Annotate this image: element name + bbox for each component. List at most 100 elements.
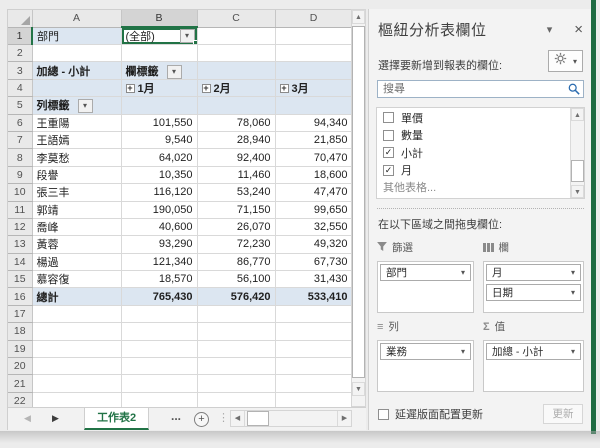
field-item-單價[interactable]: 單價 <box>377 110 584 126</box>
cell-A12[interactable]: 喬峰 <box>32 218 122 237</box>
column-header-c[interactable]: C <box>197 10 276 28</box>
cell-D16[interactable]: 533,410 <box>275 287 351 306</box>
values-area-box[interactable]: 加總 - 小計 ▾ <box>483 340 584 392</box>
cell-C3[interactable] <box>197 61 276 80</box>
fill-handle[interactable] <box>192 40 196 44</box>
cell-D7[interactable]: 21,850 <box>275 131 351 150</box>
pane-close-icon[interactable]: × <box>574 22 583 37</box>
cell-B18[interactable] <box>121 322 198 341</box>
cell-D19[interactable] <box>275 340 351 359</box>
cell-A7[interactable]: 王語嫣 <box>32 131 122 150</box>
row-header-14[interactable]: 14 <box>8 253 33 272</box>
cell-B17[interactable] <box>121 305 198 324</box>
scroll-right-icon[interactable]: ▶ <box>337 411 351 426</box>
row-header-18[interactable]: 18 <box>8 322 33 341</box>
scroll-down-icon[interactable]: ▼ <box>352 382 365 396</box>
row-header-15[interactable]: 15 <box>8 270 33 289</box>
column-header-a[interactable]: A <box>32 10 122 28</box>
field-item-月[interactable]: ✓ 月 <box>377 163 584 179</box>
cell-C19[interactable] <box>197 340 276 359</box>
scroll-up-icon[interactable]: ▲ <box>352 10 365 24</box>
field-list-scrollbar[interactable]: ▲ ▼ <box>570 108 584 198</box>
cell-C20[interactable] <box>197 357 276 376</box>
row-header-11[interactable]: 11 <box>8 201 33 219</box>
cell-B5[interactable] <box>121 96 198 115</box>
cell-B15[interactable]: 18,570 <box>121 270 198 289</box>
defer-layout-checkbox[interactable] <box>378 408 389 420</box>
cell-C13[interactable]: 72,230 <box>197 235 276 254</box>
columns-area-box[interactable]: 月 ▾ 日期 ▾ <box>483 261 584 313</box>
field-item-小計[interactable]: ✓ 小計 <box>377 145 584 161</box>
row-header-4[interactable]: 4 <box>8 79 33 98</box>
update-button[interactable]: 更新 <box>543 404 583 424</box>
cell-C22[interactable] <box>197 392 276 407</box>
row-header-9[interactable]: 9 <box>8 166 33 185</box>
cell-D2[interactable] <box>275 44 351 63</box>
cell-C14[interactable]: 86,770 <box>197 253 276 272</box>
chip-dropdown-icon[interactable]: ▾ <box>571 288 575 297</box>
field-chip-部門[interactable]: 部門 ▾ <box>380 264 471 281</box>
horizontal-scroll-thumb[interactable] <box>247 411 269 426</box>
cell-D10[interactable]: 47,470 <box>275 183 351 202</box>
select-all-corner[interactable] <box>8 10 33 28</box>
rows-area-box[interactable]: 業務 ▾ <box>377 340 474 392</box>
cell-A6[interactable]: 王重陽 <box>32 114 122 132</box>
cell-B2[interactable] <box>121 44 198 63</box>
row-header-12[interactable]: 12 <box>8 218 33 237</box>
expand-icon[interactable]: + <box>279 83 289 93</box>
cell-B1[interactable]: (全部) ▾ <box>121 27 198 45</box>
cell-D8[interactable]: 70,470 <box>275 148 351 167</box>
cell-D9[interactable]: 18,600 <box>275 166 351 185</box>
cell-C15[interactable]: 56,100 <box>197 270 276 289</box>
cell-D3[interactable] <box>275 61 351 80</box>
column-header-d[interactable]: D <box>275 10 351 28</box>
chip-dropdown-icon[interactable]: ▾ <box>461 347 465 356</box>
pane-options-chevron-icon[interactable]: ▾ <box>547 23 553 36</box>
active-sheet-tab[interactable]: 工作表2 <box>84 408 150 430</box>
column-header-b[interactable]: B <box>121 10 198 28</box>
cell-D15[interactable]: 31,430 <box>275 270 351 289</box>
cell-D4[interactable]: +3月 <box>275 79 351 98</box>
row-header-5[interactable]: 5 <box>8 96 33 115</box>
vertical-scroll-thumb[interactable] <box>352 26 365 378</box>
cell-C1[interactable] <box>197 27 276 45</box>
list-scroll-up-icon[interactable]: ▲ <box>571 108 584 121</box>
cell-B11[interactable]: 190,050 <box>121 201 198 219</box>
row-header-2[interactable]: 2 <box>8 44 33 63</box>
cell-D11[interactable]: 99,650 <box>275 201 351 219</box>
cell-C17[interactable] <box>197 305 276 324</box>
cell-A10[interactable]: 張三丰 <box>32 183 122 202</box>
expand-icon[interactable]: + <box>201 83 211 93</box>
row-header-8[interactable]: 8 <box>8 148 33 167</box>
list-scroll-thumb[interactable] <box>571 160 584 182</box>
cell-C6[interactable]: 78,060 <box>197 114 276 132</box>
row-header-19[interactable]: 19 <box>8 340 33 359</box>
cell-A21[interactable] <box>32 374 122 393</box>
row-header-16[interactable]: 16 <box>8 287 33 306</box>
field-chip-月[interactable]: 月 ▾ <box>486 264 581 281</box>
cell-D20[interactable] <box>275 357 351 376</box>
more-sheets-button[interactable]: ... <box>171 409 181 423</box>
cell-C21[interactable] <box>197 374 276 393</box>
checkbox-unchecked[interactable] <box>383 112 394 124</box>
cell-C11[interactable]: 71,150 <box>197 201 276 219</box>
cell-A18[interactable] <box>32 322 122 341</box>
cell-C10[interactable]: 53,240 <box>197 183 276 202</box>
scroll-left-icon[interactable]: ◀ <box>231 411 245 426</box>
filter-dropdown-icon[interactable]: ▾ <box>77 99 93 114</box>
cell-B20[interactable] <box>121 357 198 376</box>
tools-button[interactable]: ▾ <box>547 50 583 72</box>
cell-C16[interactable]: 576,420 <box>197 287 276 306</box>
cell-B8[interactable]: 64,020 <box>121 148 198 167</box>
cell-A13[interactable]: 黃蓉 <box>32 235 122 254</box>
cell-B21[interactable] <box>121 374 198 393</box>
cell-A22[interactable] <box>32 392 122 407</box>
row-header-22[interactable]: 22 <box>8 392 33 407</box>
chip-dropdown-icon[interactable]: ▾ <box>571 268 575 277</box>
tabbar-splitter-handle[interactable]: ⋮ <box>218 411 229 424</box>
chip-dropdown-icon[interactable]: ▾ <box>571 347 575 356</box>
cell-D12[interactable]: 32,550 <box>275 218 351 237</box>
cell-C2[interactable] <box>197 44 276 63</box>
row-header-21[interactable]: 21 <box>8 374 33 393</box>
cell-D18[interactable] <box>275 322 351 341</box>
